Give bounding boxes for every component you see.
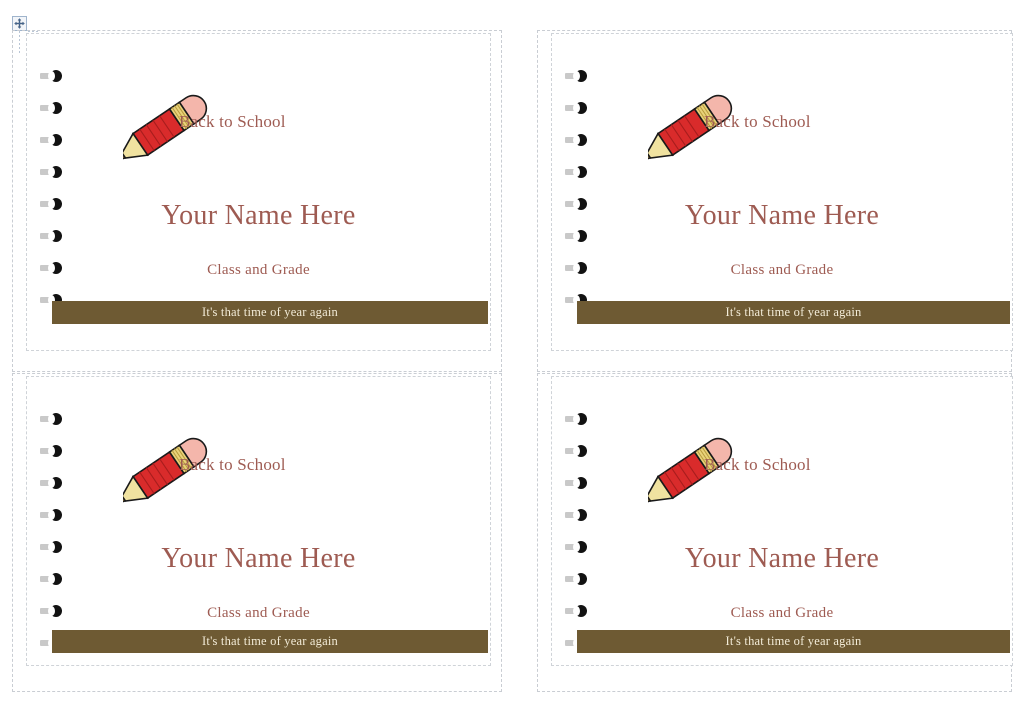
spiral-ring-bead bbox=[573, 413, 587, 425]
footer-text: It's that time of year again bbox=[725, 634, 862, 648]
spiral-ring-bead bbox=[573, 445, 587, 457]
footer-bar: It's that time of year again bbox=[577, 630, 1010, 653]
class-placeholder[interactable]: Class and Grade bbox=[27, 605, 490, 622]
spiral-ring-bead bbox=[48, 102, 62, 114]
spiral-ring-bead bbox=[48, 445, 62, 457]
bookmark-card[interactable]: Back to School Your Name Here Class and … bbox=[551, 33, 1013, 351]
spiral-ring-icon bbox=[40, 70, 76, 82]
spiral-ring-bead bbox=[48, 166, 62, 178]
spiral-ring-icon bbox=[40, 477, 76, 489]
card-heading: Back to School bbox=[704, 112, 811, 131]
spiral-ring-bead bbox=[48, 70, 62, 82]
spiral-ring-bead bbox=[573, 477, 587, 489]
footer-text: It's that time of year again bbox=[725, 305, 862, 319]
spiral-ring-icon bbox=[565, 445, 601, 457]
spiral-ring-icon bbox=[40, 509, 76, 521]
spiral-binding bbox=[565, 413, 601, 665]
spiral-ring-bead bbox=[573, 134, 587, 146]
spiral-binding bbox=[40, 70, 76, 326]
name-placeholder[interactable]: Your Name Here bbox=[552, 200, 1012, 232]
footer-text: It's that time of year again bbox=[202, 305, 338, 319]
spiral-ring-bead bbox=[573, 70, 587, 82]
spiral-ring-icon bbox=[40, 413, 76, 425]
spiral-ring-icon bbox=[565, 102, 601, 114]
spiral-ring-icon bbox=[40, 166, 76, 178]
name-placeholder[interactable]: Your Name Here bbox=[27, 200, 490, 232]
footer-text: It's that time of year again bbox=[202, 634, 338, 648]
table-cell[interactable]: Back to School Your Name Here Class and … bbox=[12, 30, 502, 372]
footer-bar: It's that time of year again bbox=[52, 301, 488, 324]
card-heading: Back to School bbox=[704, 455, 811, 474]
table-move-handle[interactable] bbox=[12, 16, 27, 31]
card-heading: Back to School bbox=[179, 112, 286, 131]
spiral-ring-icon bbox=[565, 477, 601, 489]
footer-bar: It's that time of year again bbox=[52, 630, 488, 653]
bookmark-table: Back to School Your Name Here Class and … bbox=[12, 30, 1013, 692]
class-placeholder[interactable]: Class and Grade bbox=[552, 605, 1012, 622]
class-placeholder[interactable]: Class and Grade bbox=[552, 262, 1012, 279]
spiral-ring-icon bbox=[40, 134, 76, 146]
spiral-ring-icon bbox=[565, 413, 601, 425]
bookmark-card[interactable]: Back to School Your Name Here Class and … bbox=[26, 376, 491, 666]
class-placeholder[interactable]: Class and Grade bbox=[27, 262, 490, 279]
bookmark-card[interactable]: Back to School Your Name Here Class and … bbox=[551, 376, 1013, 666]
spiral-ring-icon bbox=[565, 509, 601, 521]
move-four-arrow-icon bbox=[14, 18, 25, 29]
table-cell[interactable]: Back to School Your Name Here Class and … bbox=[12, 373, 502, 692]
table-cell[interactable]: Back to School Your Name Here Class and … bbox=[537, 30, 1013, 372]
spiral-ring-bead bbox=[573, 166, 587, 178]
spiral-ring-icon bbox=[40, 445, 76, 457]
spiral-ring-icon bbox=[565, 134, 601, 146]
spiral-ring-bead bbox=[48, 509, 62, 521]
spiral-ring-bead bbox=[573, 102, 587, 114]
spiral-ring-icon bbox=[565, 70, 601, 82]
spiral-ring-icon bbox=[40, 102, 76, 114]
spiral-binding bbox=[40, 413, 76, 665]
spiral-ring-bead bbox=[48, 477, 62, 489]
bookmark-card[interactable]: Back to School Your Name Here Class and … bbox=[26, 33, 491, 351]
table-cell[interactable]: Back to School Your Name Here Class and … bbox=[537, 373, 1013, 692]
spiral-ring-bead bbox=[48, 134, 62, 146]
footer-bar: It's that time of year again bbox=[577, 301, 1010, 324]
spiral-ring-icon bbox=[565, 166, 601, 178]
spiral-ring-bead bbox=[573, 509, 587, 521]
card-heading: Back to School bbox=[179, 455, 286, 474]
name-placeholder[interactable]: Your Name Here bbox=[552, 543, 1012, 575]
name-placeholder[interactable]: Your Name Here bbox=[27, 543, 490, 575]
spiral-ring-bead bbox=[48, 413, 62, 425]
spiral-binding bbox=[565, 70, 601, 326]
